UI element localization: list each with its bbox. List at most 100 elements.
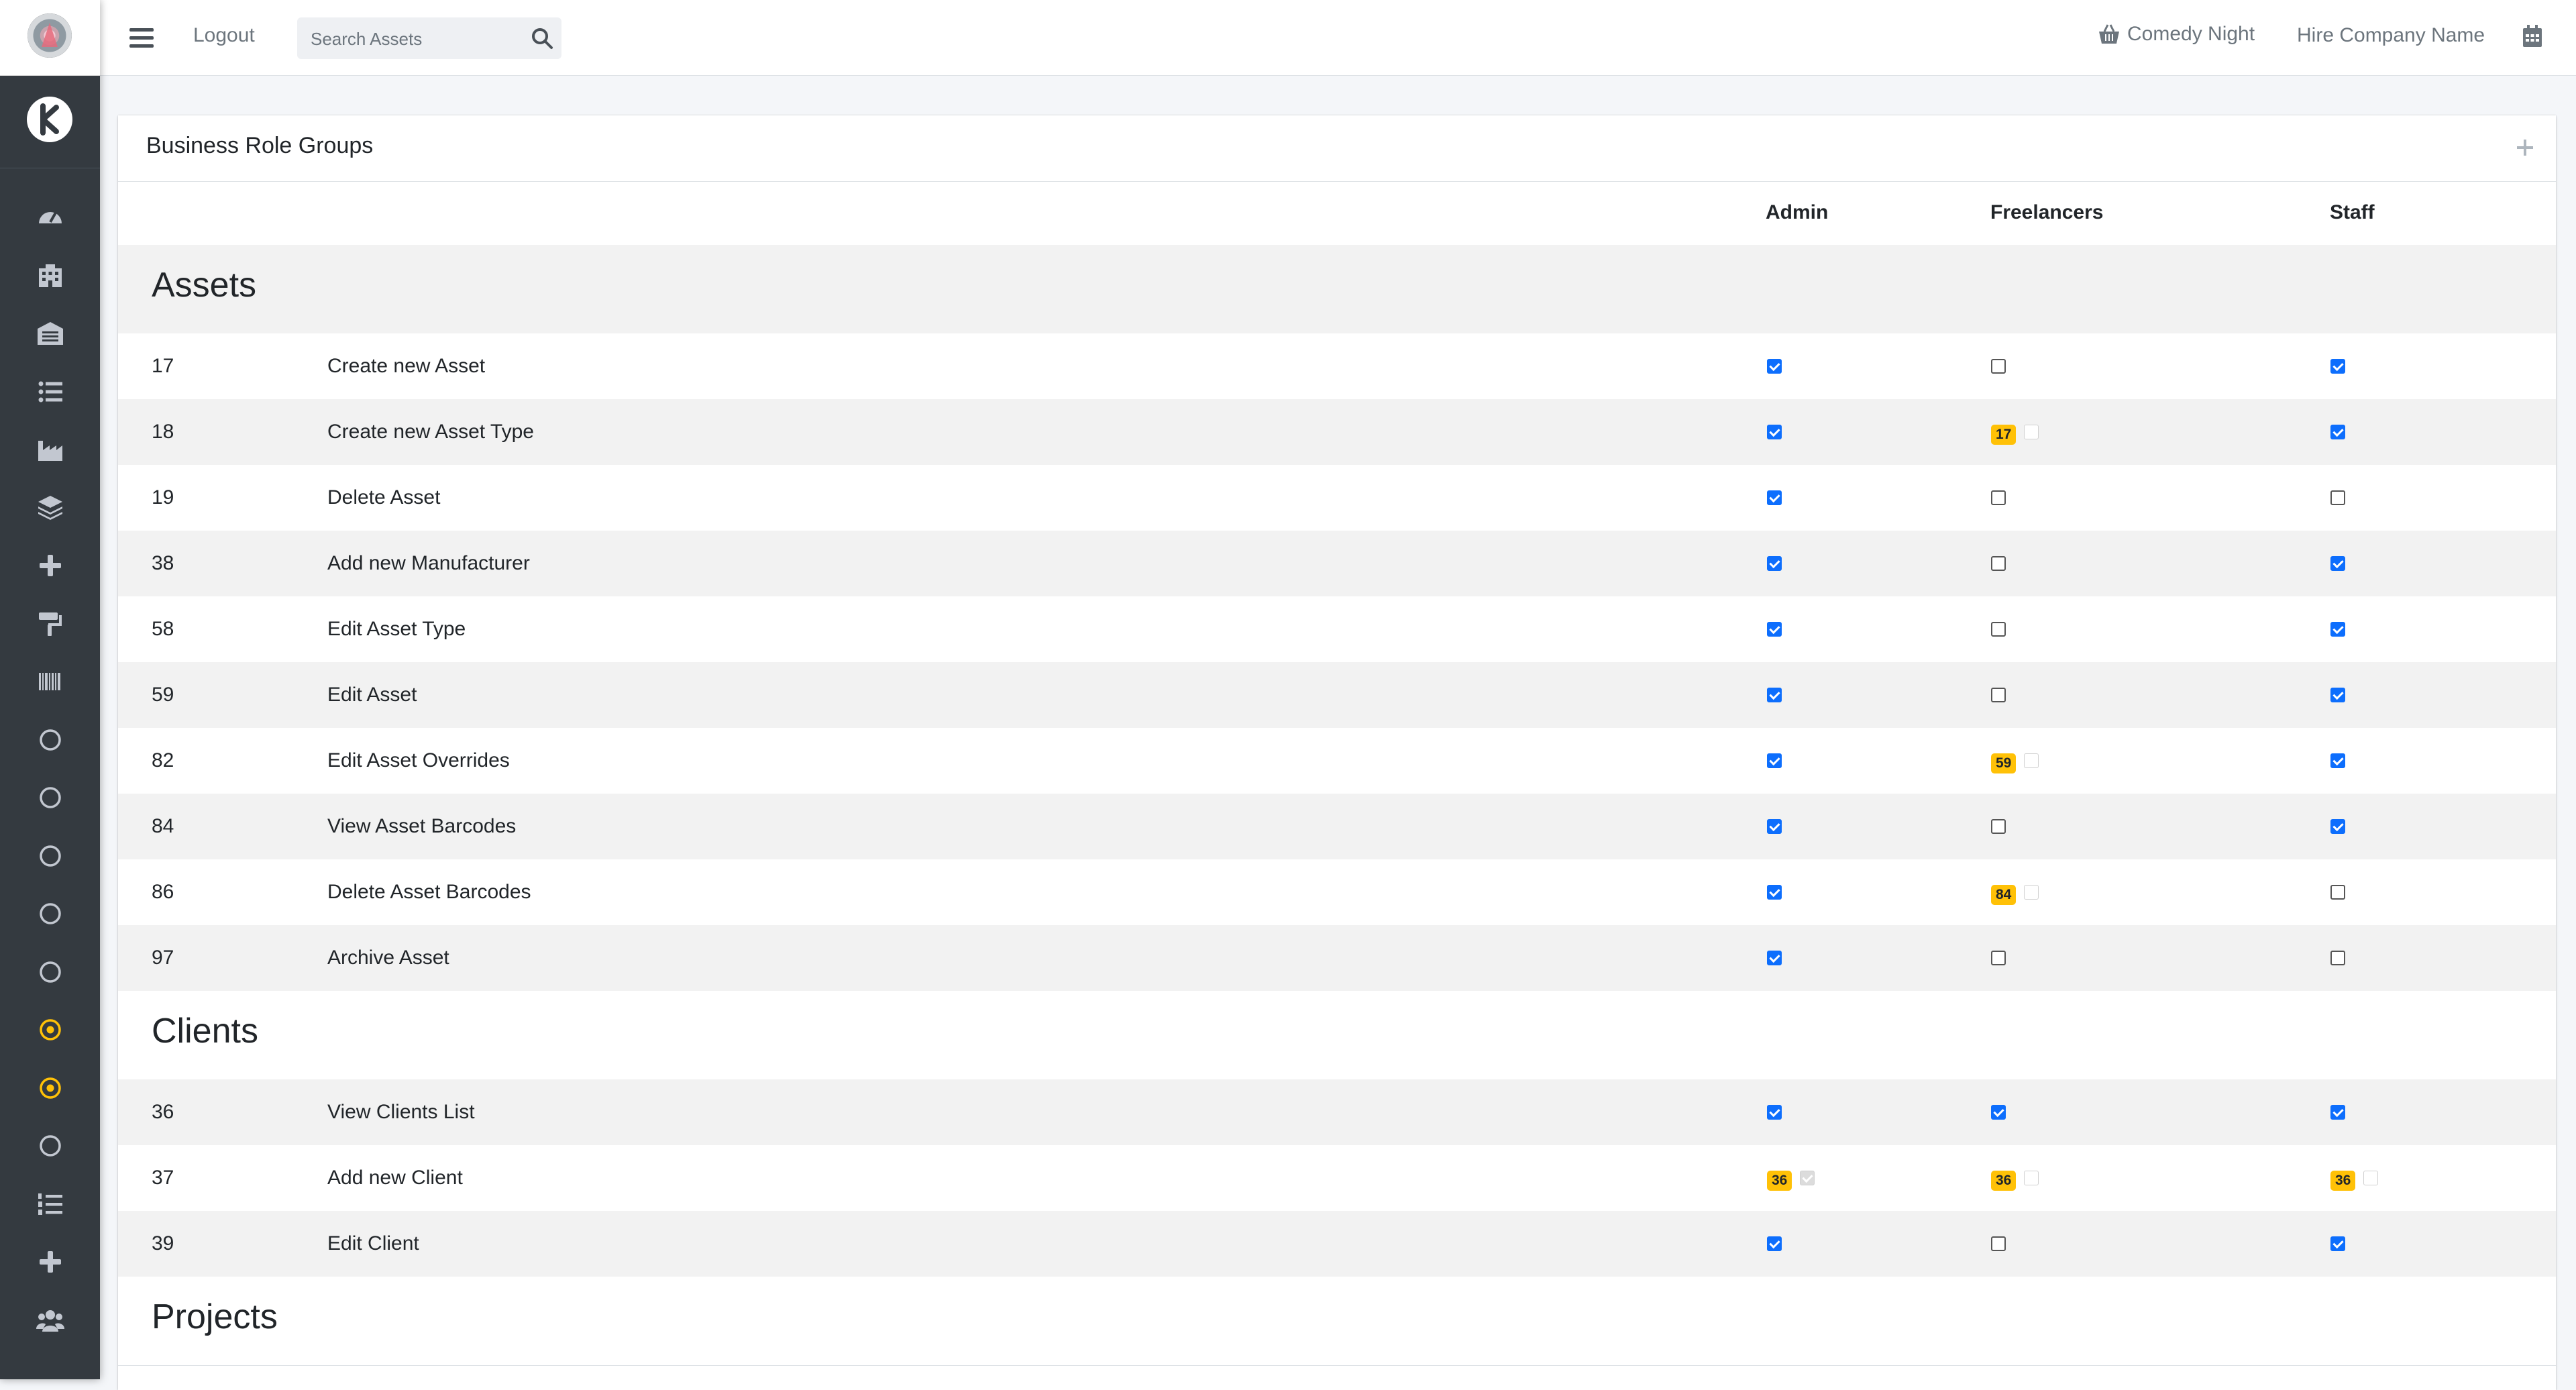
menu-toggle-icon[interactable] (129, 25, 154, 50)
permission-row: 82 Edit Asset Overrides 59 (118, 728, 2556, 794)
permission-checkbox[interactable] (1991, 1236, 2006, 1251)
permission-cell-freelancers (1991, 354, 2006, 378)
permission-checkbox[interactable] (2330, 753, 2345, 768)
permission-checkbox[interactable] (1767, 490, 1782, 505)
add-group-plus-icon[interactable] (2513, 136, 2537, 160)
dependency-badge: 36 (1767, 1171, 1792, 1191)
project-link[interactable]: Comedy Night (2098, 23, 2255, 46)
permission-checkbox[interactable] (2330, 490, 2345, 505)
permission-checkbox[interactable] (2330, 556, 2345, 571)
sidebar-nav-item[interactable] (0, 948, 100, 996)
building-icon (38, 264, 62, 287)
permission-checkbox[interactable] (1991, 556, 2006, 571)
permission-cell-staff (2330, 683, 2345, 707)
industry-icon (38, 441, 62, 461)
permission-checkbox[interactable] (2330, 688, 2345, 702)
sidebar-nav-item[interactable] (0, 193, 100, 242)
top-navbar: Logout Comedy Night Hire Company Name (100, 0, 2576, 76)
search-icon[interactable] (531, 27, 553, 50)
sidebar-nav-item[interactable] (0, 484, 100, 532)
circle-icon (39, 903, 61, 924)
sidebar-nav-item[interactable] (0, 252, 100, 300)
list-icon (38, 381, 62, 402)
permission-checkbox[interactable] (2330, 951, 2345, 965)
permission-cell-admin (1767, 1100, 1782, 1124)
permission-name: Create new Asset (327, 355, 486, 377)
permission-name: Edit Asset Type (327, 618, 466, 640)
permission-checkbox[interactable] (1991, 951, 2006, 965)
permission-checkbox[interactable] (1767, 1105, 1782, 1120)
paint-roller-icon (38, 612, 62, 636)
calendar-icon[interactable] (2522, 24, 2543, 48)
permission-checkbox[interactable] (2330, 425, 2345, 439)
logout-link[interactable]: Logout (193, 24, 255, 47)
permission-checkbox[interactable] (1991, 688, 2006, 702)
permission-checkbox[interactable] (1991, 490, 2006, 505)
sidebar-nav-item[interactable] (0, 657, 100, 706)
permission-checkbox[interactable] (1767, 622, 1782, 637)
permission-checkbox[interactable] (1767, 688, 1782, 702)
permission-row: 39 Edit Client (118, 1211, 2556, 1277)
permission-checkbox[interactable] (1991, 819, 2006, 834)
sidebar-nav-item[interactable] (0, 1122, 100, 1170)
brand-row (0, 75, 100, 168)
permission-checkbox[interactable] (2330, 1236, 2345, 1251)
permission-row: 58 Edit Asset Type (118, 596, 2556, 663)
column-header-admin: Admin (1766, 201, 1829, 223)
sidebar-nav-item[interactable] (0, 541, 100, 590)
sidebar-nav-item[interactable] (0, 425, 100, 474)
permission-checkbox[interactable] (1767, 556, 1782, 571)
permission-id: 38 (152, 552, 174, 574)
permission-checkbox[interactable] (1767, 753, 1782, 768)
sidebar-nav-item[interactable] (0, 309, 100, 358)
permission-checkbox[interactable] (1767, 359, 1782, 374)
permission-checkbox[interactable] (2330, 1105, 2345, 1120)
permission-checkbox[interactable] (1767, 885, 1782, 900)
brand-logo[interactable] (27, 97, 72, 142)
permission-checkbox[interactable] (2330, 359, 2345, 374)
barcode-icon (38, 673, 60, 690)
permission-cell-staff (2330, 551, 2345, 576)
permission-row: 19 Delete Asset (118, 465, 2556, 531)
sidebar-nav-item[interactable] (0, 1238, 100, 1286)
sidebar-nav-item[interactable] (0, 773, 100, 822)
search-input[interactable] (309, 17, 513, 60)
permission-checkbox[interactable] (1991, 1105, 2006, 1120)
sidebar-nav-item[interactable] (0, 716, 100, 764)
permission-checkbox (2024, 425, 2039, 439)
permission-checkbox[interactable] (1991, 622, 2006, 637)
permission-id: 84 (152, 815, 174, 837)
permission-name: View Clients List (327, 1101, 475, 1123)
permission-checkbox[interactable] (1767, 425, 1782, 439)
column-header-staff: Staff (2330, 201, 2375, 223)
permission-row: 37 Add new Client 36 36 36 (118, 1145, 2556, 1212)
permission-checkbox[interactable] (1767, 1236, 1782, 1251)
section-header-row: Projects (118, 1277, 2556, 1366)
dot-circle-icon (39, 1019, 61, 1040)
permission-checkbox[interactable] (2330, 819, 2345, 834)
sidebar-nav-item[interactable] (0, 600, 100, 648)
sidebar-nav-item[interactable] (0, 1064, 100, 1112)
permission-cell-admin (1767, 1232, 1782, 1256)
sidebar-nav-item[interactable] (0, 1180, 100, 1228)
permission-cell-admin (1767, 354, 1782, 378)
sidebar (0, 0, 100, 1379)
permission-checkbox[interactable] (1991, 359, 2006, 374)
permission-name: Delete Asset (327, 486, 441, 509)
company-logo[interactable] (28, 13, 72, 58)
sidebar-nav-item[interactable] (0, 890, 100, 938)
dependency-badge: 17 (1991, 425, 2017, 445)
sidebar-nav-item[interactable] (0, 832, 100, 880)
permission-cell-freelancers (1991, 814, 2006, 839)
permission-checkbox[interactable] (1767, 819, 1782, 834)
permission-checkbox[interactable] (1767, 951, 1782, 965)
permission-checkbox[interactable] (2330, 622, 2345, 637)
business-role-groups-card: Business Role Groups Admin Freelancers S… (118, 115, 2556, 1390)
company-link[interactable]: Hire Company Name (2297, 24, 2485, 47)
sidebar-nav-item[interactable] (0, 1296, 100, 1344)
permission-checkbox[interactable] (2330, 885, 2345, 900)
sidebar-nav-item[interactable] (0, 1006, 100, 1054)
permission-checkbox (2024, 1171, 2039, 1185)
company-logo-area[interactable] (0, 0, 100, 76)
sidebar-nav-item[interactable] (0, 368, 100, 416)
